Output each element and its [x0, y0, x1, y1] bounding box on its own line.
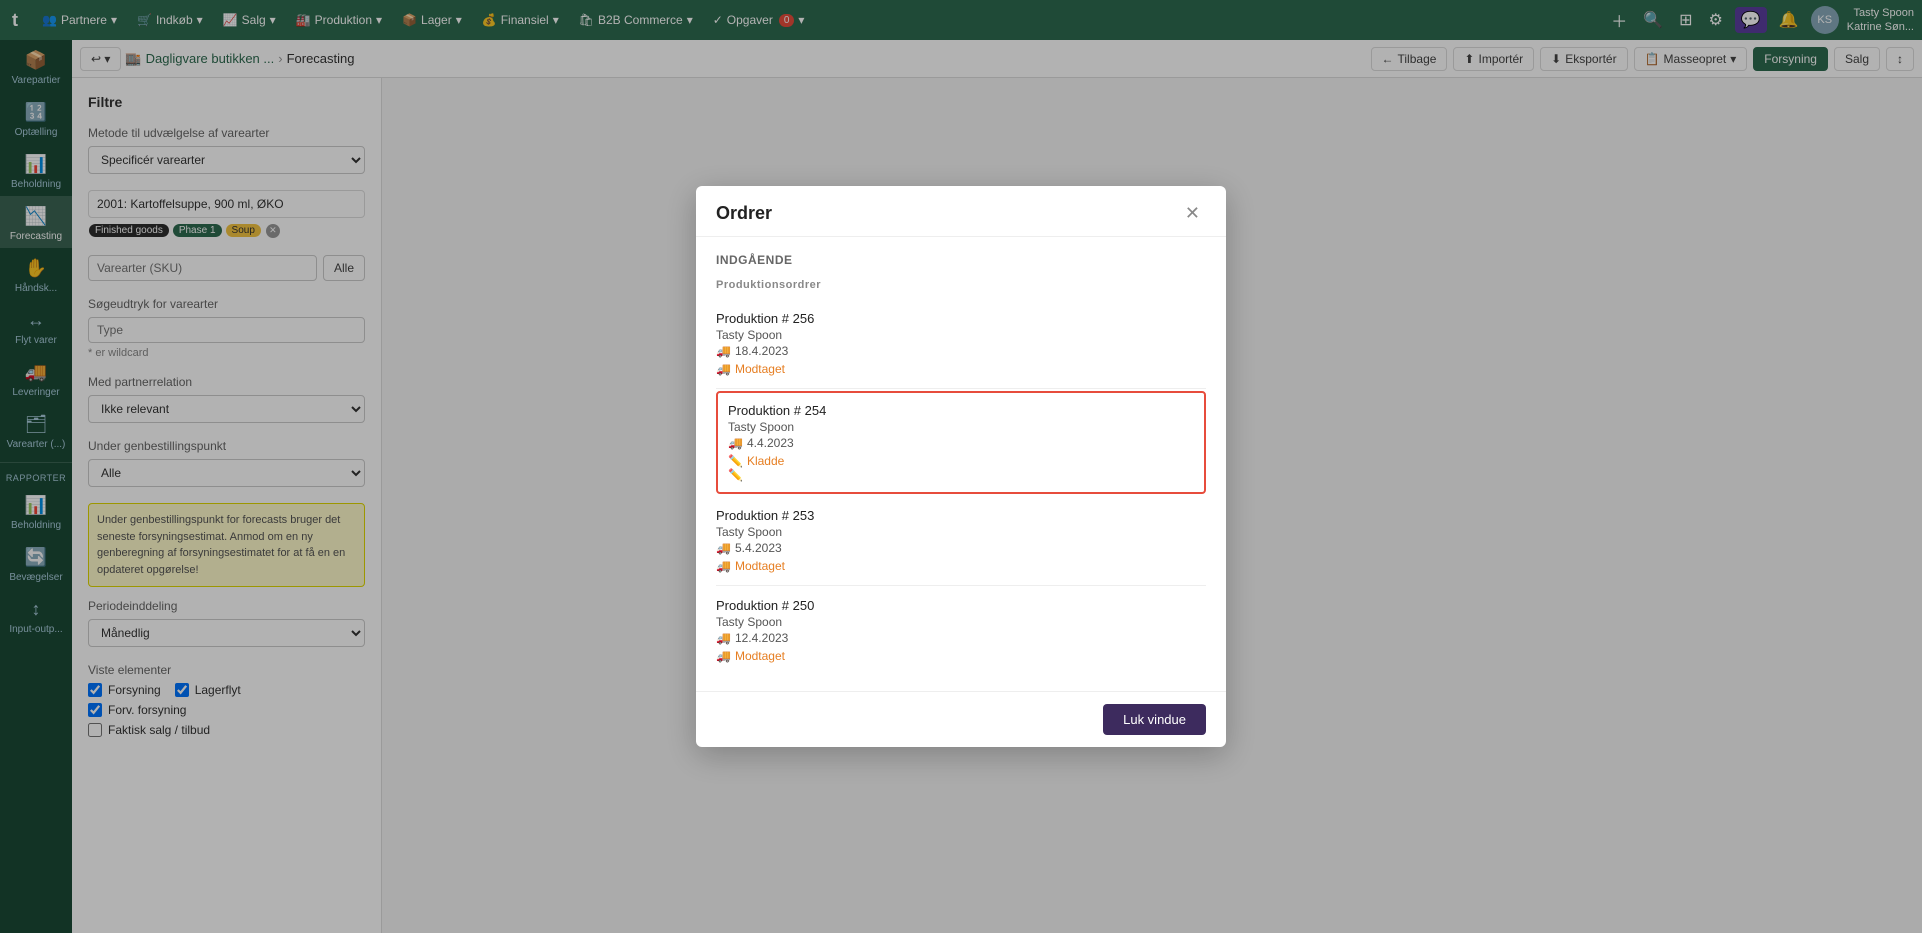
order-company-254: Tasty Spoon: [728, 420, 1194, 434]
truck-status-icon: 🚚: [716, 362, 731, 376]
truck-status-icon-250: 🚚: [716, 649, 731, 663]
modal-subsection: Produktionsordrer: [716, 279, 1206, 291]
truck-icon-253: 🚚: [716, 541, 731, 555]
truck-status-icon-253: 🚚: [716, 559, 731, 573]
truck-icon-250: 🚚: [716, 631, 731, 645]
modal-close-btn[interactable]: ✕: [1179, 202, 1206, 224]
order-item-253: Produktion # 253 Tasty Spoon 🚚 5.4.2023 …: [716, 496, 1206, 586]
truck-icon-254: 🚚: [728, 436, 743, 450]
pencil-icon-254[interactable]: ✏️: [728, 468, 1194, 482]
modal-footer: Luk vindue: [696, 691, 1226, 747]
modal-header: Ordrer ✕: [696, 186, 1226, 237]
order-date-256: 🚚 18.4.2023: [716, 344, 1206, 358]
order-company-250: Tasty Spoon: [716, 615, 1206, 629]
order-date-254: 🚚 4.4.2023: [728, 436, 1194, 450]
edit-icon-254: ✏️: [728, 454, 743, 468]
order-number-254: Produktion # 254: [728, 403, 1194, 418]
order-date-253: 🚚 5.4.2023: [716, 541, 1206, 555]
order-status-256[interactable]: 🚚 Modtaget: [716, 362, 1206, 376]
order-company-256: Tasty Spoon: [716, 328, 1206, 342]
modal-body: Indgående Produktionsordrer Produktion #…: [696, 237, 1226, 691]
order-number-253: Produktion # 253: [716, 508, 1206, 523]
modal-title: Ordrer: [716, 203, 772, 224]
truck-icon: 🚚: [716, 344, 731, 358]
order-modal: Ordrer ✕ Indgående Produktionsordrer Pro…: [696, 186, 1226, 747]
order-item-250: Produktion # 250 Tasty Spoon 🚚 12.4.2023…: [716, 586, 1206, 675]
order-number-256: Produktion # 256: [716, 311, 1206, 326]
luk-vindue-btn[interactable]: Luk vindue: [1103, 704, 1206, 735]
order-date-250: 🚚 12.4.2023: [716, 631, 1206, 645]
modal-overlay[interactable]: Ordrer ✕ Indgående Produktionsordrer Pro…: [0, 0, 1922, 933]
order-status-250[interactable]: 🚚 Modtaget: [716, 649, 1206, 663]
order-status-253[interactable]: 🚚 Modtaget: [716, 559, 1206, 573]
order-item-256: Produktion # 256 Tasty Spoon 🚚 18.4.2023…: [716, 299, 1206, 389]
order-item-254: Produktion # 254 Tasty Spoon 🚚 4.4.2023 …: [716, 391, 1206, 494]
modal-section-indgaende: Indgående: [716, 253, 1206, 267]
order-status-254[interactable]: ✏️ Kladde: [728, 454, 1194, 468]
order-number-250: Produktion # 250: [716, 598, 1206, 613]
order-company-253: Tasty Spoon: [716, 525, 1206, 539]
